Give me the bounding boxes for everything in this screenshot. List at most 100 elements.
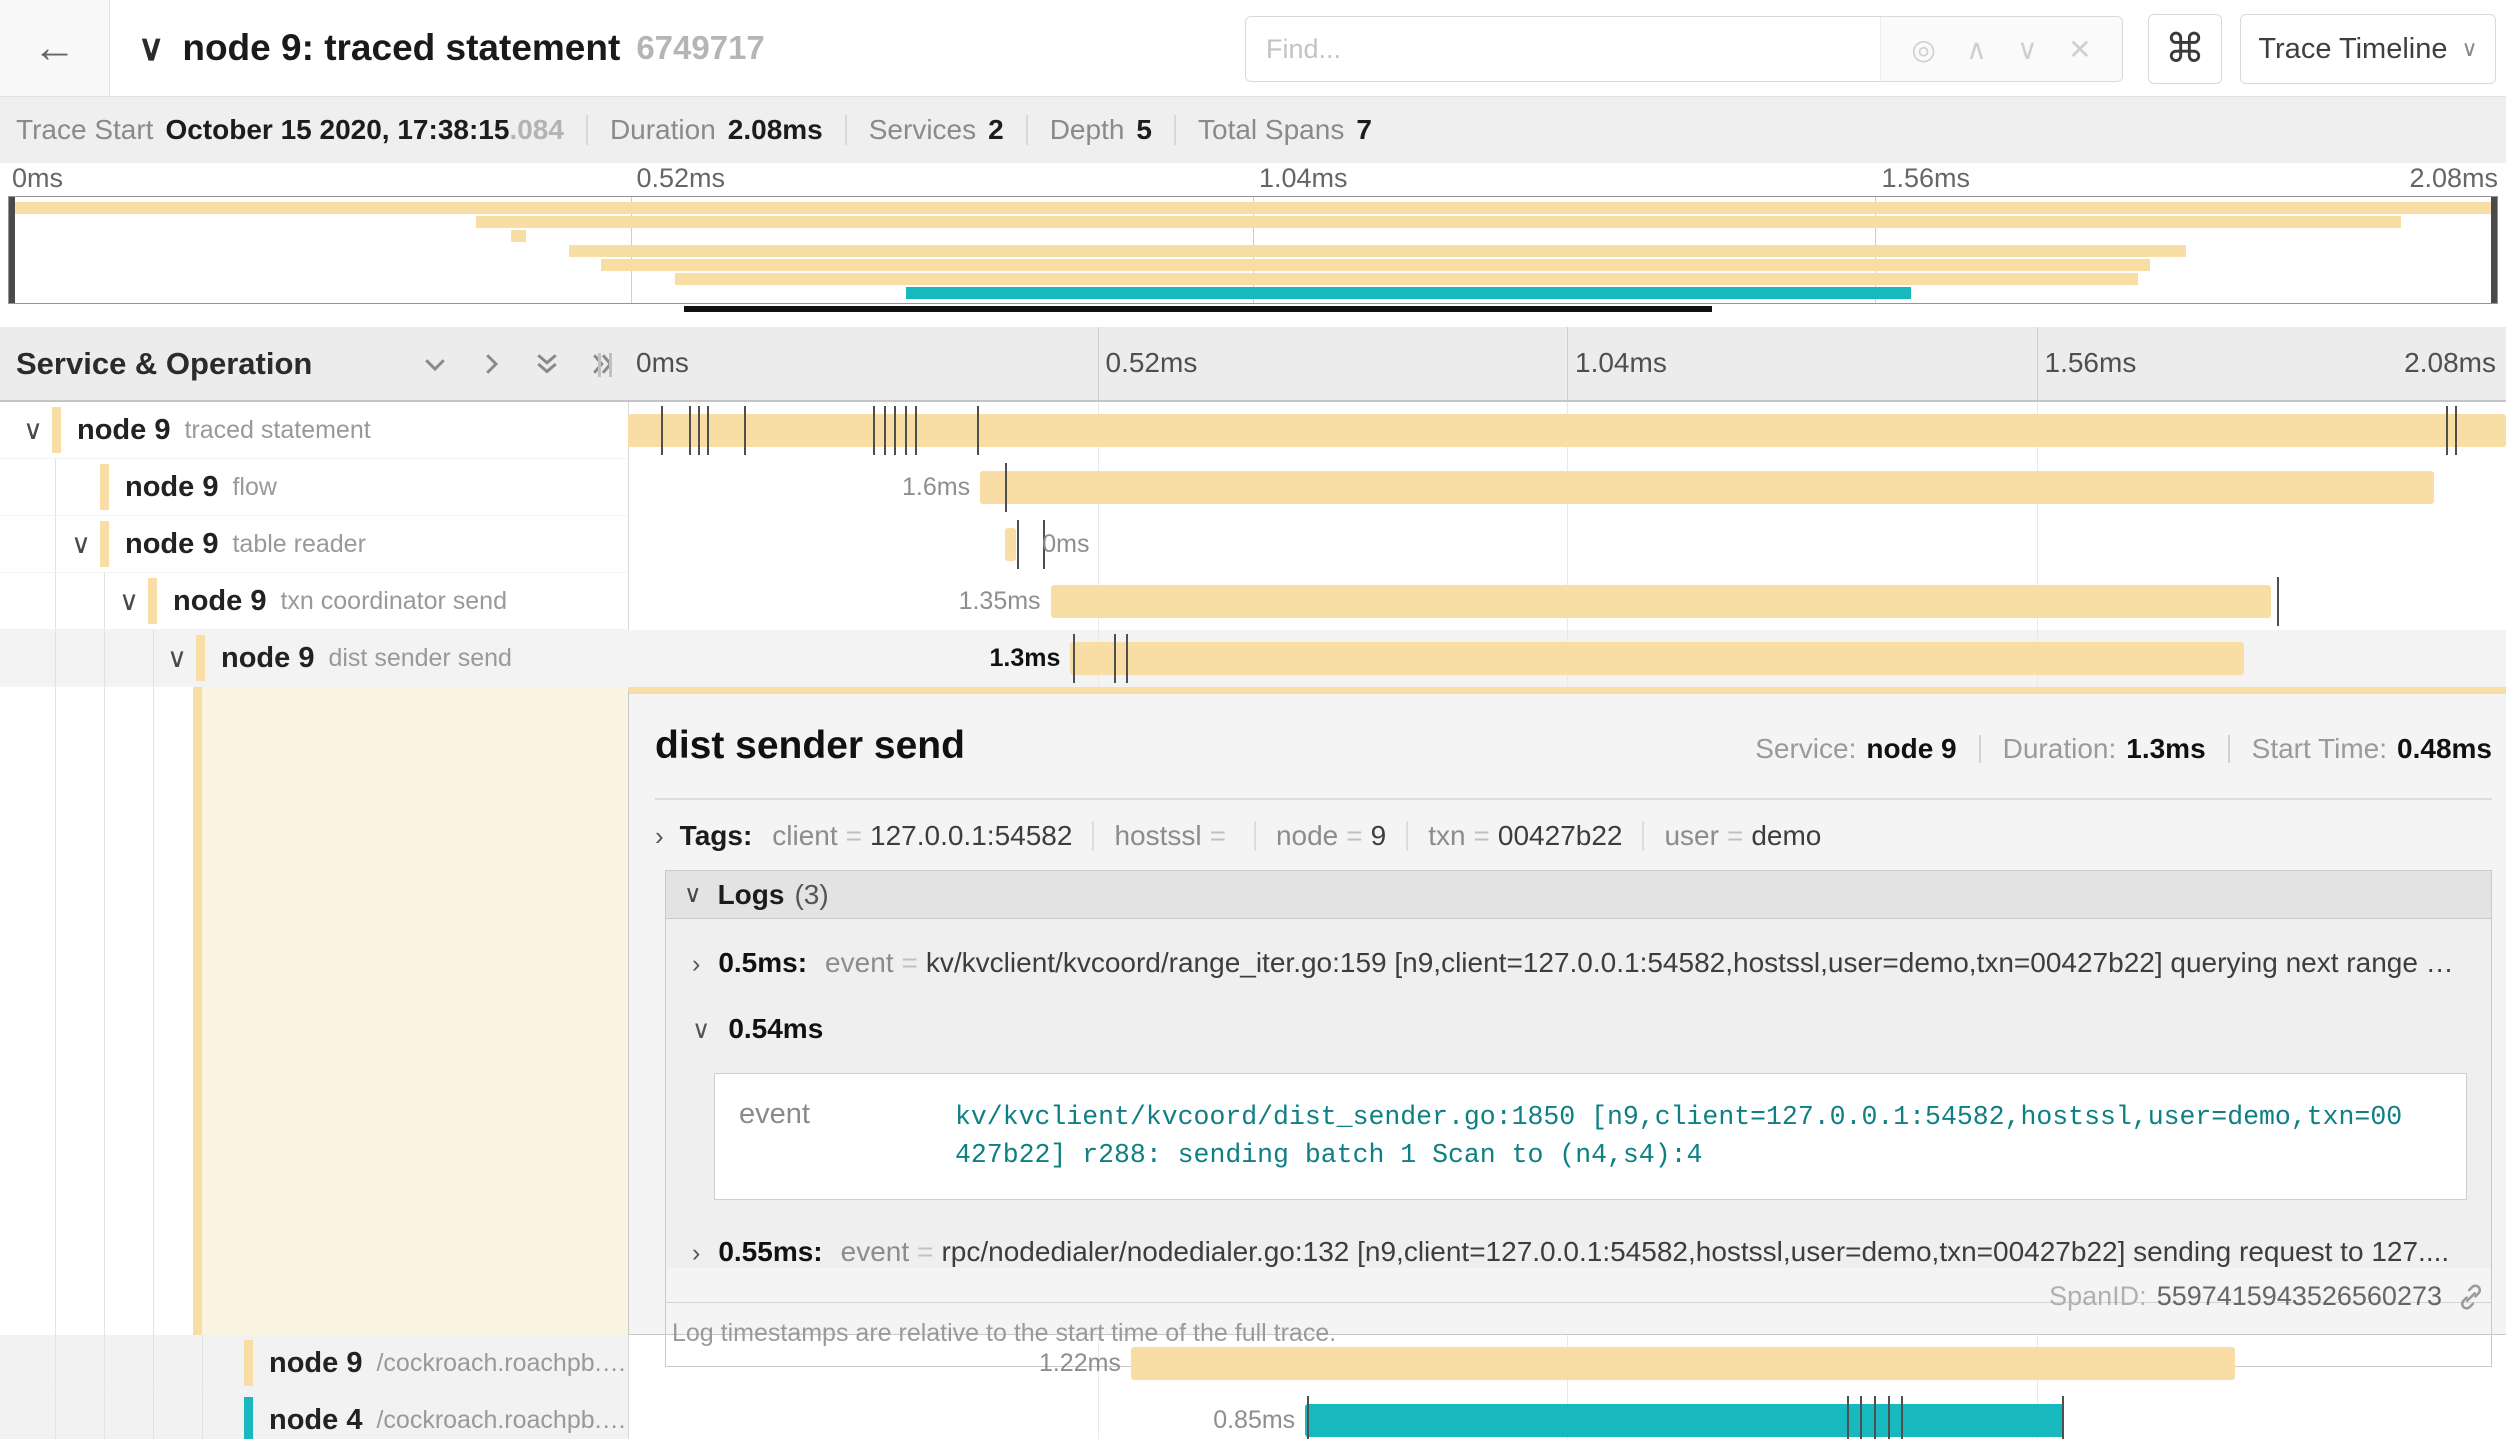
tags-chevron-icon[interactable]: › (655, 821, 664, 852)
minimap-span-bar (675, 273, 2138, 285)
indent-guide (104, 1392, 105, 1439)
indent-guide (153, 687, 154, 1335)
span-timeline-cell[interactable]: 1.22ms (628, 1335, 2506, 1392)
timeline-tick-label: 0ms (636, 347, 689, 379)
trace-view-selector[interactable]: Trace Timeline ∨ (2240, 14, 2496, 84)
minimap-tick-label: 1.56ms (1882, 163, 1971, 194)
span-row[interactable]: ∨node 9traced statement (0, 402, 2506, 459)
tag-equals: = (1727, 820, 1743, 852)
span-row[interactable]: ∨node 4/cockroach.roachpb.I...0.85ms (0, 1392, 2506, 1439)
minimap-scroll-thumb[interactable] (684, 306, 1711, 312)
span-bar[interactable] (1305, 1404, 2063, 1437)
find-input[interactable] (1246, 17, 1880, 81)
keyboard-shortcuts-button[interactable]: ⌘ (2148, 14, 2222, 84)
back-button[interactable]: ← (0, 0, 110, 96)
span-row[interactable]: ∨node 9flow 1.6ms (0, 459, 2506, 516)
trace-id-short: 6749717 (636, 29, 764, 67)
row-chevron-icon[interactable]: ∨ (62, 529, 100, 560)
operation-name: table reader (232, 530, 365, 559)
span-duration-label: 1.6ms (902, 473, 970, 502)
indent-guide (55, 687, 56, 1335)
log-entry[interactable]: ∨0.54ms (692, 1013, 2471, 1045)
next-match-icon[interactable]: ∨ (2017, 33, 2038, 66)
log-entry[interactable]: ›0.5ms:event=kv/kvclient/kvcoord/range_i… (692, 947, 2471, 979)
span-log-tick (977, 406, 979, 455)
span-timeline-cell[interactable]: 1.35ms (628, 573, 2506, 630)
meta-label: Service: (1755, 733, 1856, 765)
span-name-cell[interactable]: ∨node 4/cockroach.roachpb.I... (0, 1392, 628, 1439)
trace-minimap[interactable] (8, 196, 2498, 304)
log-timestamp: 0.55ms: (718, 1236, 822, 1268)
logs-chevron-icon: ∨ (684, 880, 702, 909)
summary-separator (1174, 115, 1176, 145)
prev-match-icon[interactable]: ∧ (1966, 33, 1987, 66)
service-name: node 9 (173, 585, 266, 618)
meta-value: node 9 (1866, 733, 1956, 765)
span-bar[interactable] (628, 414, 2506, 447)
log-kv-value: kv/kvclient/kvcoord/dist_sender.go:1850 … (955, 1098, 2415, 1175)
indent-guide (55, 630, 56, 686)
minimap-span-bar (476, 216, 2402, 228)
span-bar[interactable] (1070, 642, 2244, 675)
span-bar[interactable] (1005, 528, 1016, 561)
span-name-cell[interactable]: ∨node 9flow (0, 459, 628, 516)
summary-item: Duration2.08ms (610, 114, 823, 146)
span-name-cell[interactable]: ∨node 9dist sender send (0, 630, 628, 687)
span-row[interactable]: ∨node 9/cockroach.roachpb.I...1.22ms (0, 1335, 2506, 1392)
span-log-tick (689, 406, 691, 455)
log-chevron-icon[interactable]: ∨ (692, 1015, 710, 1045)
span-duration-label: 1.35ms (959, 587, 1041, 616)
service-color-bar (100, 464, 109, 510)
collapse-all-chevron-down-icon[interactable] (420, 349, 450, 379)
row-chevron-icon[interactable]: ∨ (110, 586, 148, 617)
log-chevron-icon[interactable]: › (692, 950, 700, 979)
service-color-bar (100, 521, 109, 567)
timeline-tick-label: 1.04ms (1575, 347, 1667, 379)
log-chevron-icon[interactable]: › (692, 1239, 700, 1268)
span-bar[interactable] (980, 471, 2434, 504)
logs-header[interactable]: ∨Logs(3) (666, 871, 2491, 919)
summary-separator (845, 115, 847, 145)
span-name-cell[interactable]: ∨node 9txn coordinator send (0, 573, 628, 630)
span-log-tick (2277, 577, 2279, 626)
span-timeline-cell[interactable]: 1.3ms (628, 630, 2506, 687)
span-log-tick (1847, 1396, 1849, 1439)
span-row[interactable]: ∨node 9txn coordinator send1.35ms (0, 573, 2506, 630)
column-resize-handle[interactable] (598, 353, 612, 377)
expand-one-chevron-right-icon[interactable] (476, 349, 506, 379)
timeline-gridline (1098, 1392, 1099, 1439)
clear-search-icon[interactable]: ✕ (2068, 33, 2091, 66)
span-timeline-cell[interactable] (628, 402, 2506, 459)
minimap-scrubber-left[interactable] (9, 197, 15, 303)
meta-value: 0.48ms (2397, 733, 2492, 765)
span-row[interactable]: ∨node 9table reader0ms (0, 516, 2506, 573)
row-chevron-icon[interactable]: ∨ (158, 643, 196, 674)
span-timeline-cell[interactable]: 0.85ms (628, 1392, 2506, 1439)
span-name-cell[interactable]: ∨node 9/cockroach.roachpb.I... (0, 1335, 628, 1392)
log-entry[interactable]: ›0.55ms:event=rpc/nodedialer/nodedialer.… (692, 1236, 2471, 1268)
row-chevron-icon[interactable]: ∨ (14, 415, 52, 446)
span-name-cell[interactable]: ∨node 9traced statement (0, 402, 628, 459)
span-name-cell[interactable]: ∨node 9table reader (0, 516, 628, 573)
span-timeline-cell[interactable]: 0ms (628, 516, 2506, 573)
span-row[interactable]: ∨node 9dist sender send1.3ms (0, 630, 2506, 687)
service-operation-header: Service & Operation (0, 327, 628, 400)
service-color-bar (244, 1397, 253, 1439)
selected-span-indent-fill (202, 687, 628, 1335)
indent-guide (104, 687, 105, 1335)
meta-label: Start Time: (2252, 733, 2387, 765)
span-bar[interactable] (1051, 585, 2272, 618)
summary-separator (1026, 115, 1028, 145)
collapse-all-double-chevron-down-icon[interactable] (532, 349, 562, 379)
span-log-tick (1888, 1396, 1890, 1439)
deep-link-icon[interactable] (2456, 1282, 2486, 1312)
indent-guide (104, 630, 105, 686)
span-bar[interactable] (1131, 1347, 2235, 1380)
match-highlight-icon[interactable]: ◎ (1911, 33, 1935, 66)
tag-key: client (772, 820, 837, 852)
tags-row[interactable]: ›Tags:client=127.0.0.1:54582hostssl=node… (655, 820, 1821, 852)
summary-label: Trace Start (16, 114, 153, 146)
span-timeline-cell[interactable]: 1.6ms (628, 459, 2506, 516)
collapse-title-chevron-icon[interactable]: ∨ (138, 27, 164, 69)
minimap-scrubber-right[interactable] (2491, 197, 2497, 303)
